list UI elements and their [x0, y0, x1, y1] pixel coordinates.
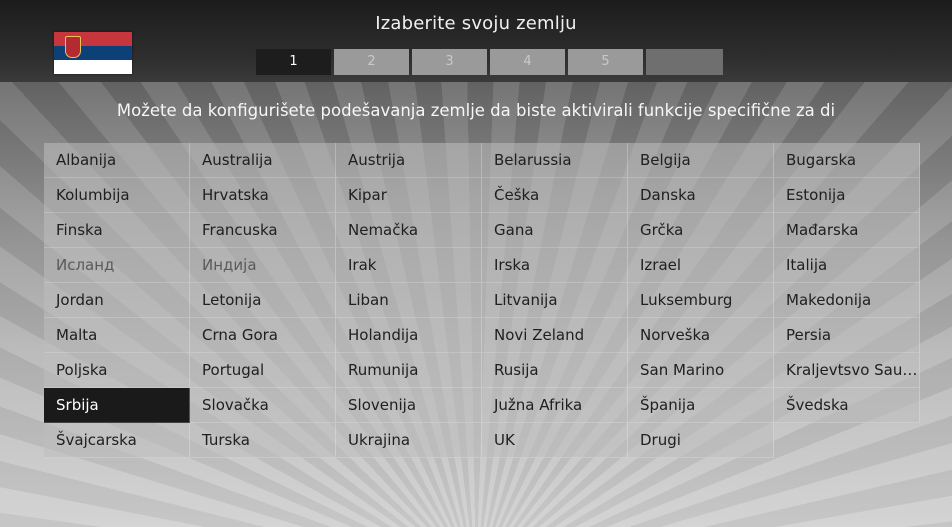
step-3: 3: [412, 49, 487, 75]
country-item[interactable]: Исланд: [44, 248, 190, 283]
country-item[interactable]: Индија: [190, 248, 336, 283]
country-item[interactable]: Slovenija: [336, 388, 482, 423]
country-item-selected[interactable]: Srbija: [44, 388, 190, 423]
country-item[interactable]: Australija: [190, 143, 336, 178]
country-item[interactable]: Drugi: [628, 423, 774, 458]
instruction-text: Možete da konfigurišete podešavanja zeml…: [116, 101, 836, 120]
country-item[interactable]: Estonija: [774, 178, 920, 213]
country-item[interactable]: Švedska: [774, 388, 920, 423]
step-1: 1: [256, 49, 331, 75]
country-item[interactable]: Finska: [44, 213, 190, 248]
country-item[interactable]: Turska: [190, 423, 336, 458]
country-item[interactable]: Bugarska: [774, 143, 920, 178]
country-item[interactable]: Mađarska: [774, 213, 920, 248]
country-item[interactable]: Grčka: [628, 213, 774, 248]
country-item[interactable]: Portugal: [190, 353, 336, 388]
country-item[interactable]: Rusija: [482, 353, 628, 388]
step-5: 5: [568, 49, 643, 75]
country-item[interactable]: Ukrajina: [336, 423, 482, 458]
country-grid: Albanija Australija Austrija Belarussia …: [44, 143, 921, 458]
country-item[interactable]: Poljska: [44, 353, 190, 388]
step-indicator: 1 2 3 4 5: [256, 49, 723, 75]
country-item[interactable]: Danska: [628, 178, 774, 213]
country-item[interactable]: Belgija: [628, 143, 774, 178]
country-item[interactable]: Kolumbija: [44, 178, 190, 213]
coat-of-arms-icon: [65, 36, 81, 58]
country-item[interactable]: Češka: [482, 178, 628, 213]
country-item[interactable]: Persia: [774, 318, 920, 353]
country-item[interactable]: Gana: [482, 213, 628, 248]
country-item[interactable]: Letonija: [190, 283, 336, 318]
country-item[interactable]: Hrvatska: [190, 178, 336, 213]
country-item[interactable]: Kipar: [336, 178, 482, 213]
country-item[interactable]: Austrija: [336, 143, 482, 178]
country-item[interactable]: Slovačka: [190, 388, 336, 423]
country-item[interactable]: Irska: [482, 248, 628, 283]
country-item[interactable]: Crna Gora: [190, 318, 336, 353]
country-item[interactable]: UK: [482, 423, 628, 458]
country-item[interactable]: Norveška: [628, 318, 774, 353]
country-item[interactable]: Holandija: [336, 318, 482, 353]
country-item[interactable]: Malta: [44, 318, 190, 353]
country-item[interactable]: Italija: [774, 248, 920, 283]
country-item[interactable]: Južna Afrika: [482, 388, 628, 423]
country-item[interactable]: Francuska: [190, 213, 336, 248]
page-title: Izaberite svoju zemlju: [375, 13, 577, 34]
country-item[interactable]: Rumunija: [336, 353, 482, 388]
country-item[interactable]: Albanija: [44, 143, 190, 178]
country-item[interactable]: Makedonija: [774, 283, 920, 318]
country-item[interactable]: Jordan: [44, 283, 190, 318]
country-item[interactable]: San Marino: [628, 353, 774, 388]
country-item[interactable]: Luksemburg: [628, 283, 774, 318]
empty-cell: [774, 423, 920, 458]
country-item[interactable]: Liban: [336, 283, 482, 318]
step-4: 4: [490, 49, 565, 75]
country-item[interactable]: Novi Zeland: [482, 318, 628, 353]
country-item[interactable]: Švajcarska: [44, 423, 190, 458]
step-track-end: [646, 49, 723, 75]
country-item[interactable]: Nemačka: [336, 213, 482, 248]
serbia-flag-icon: [54, 32, 132, 74]
country-item[interactable]: Španija: [628, 388, 774, 423]
country-item[interactable]: Kraljevtsvo Saud...: [774, 353, 920, 388]
country-item[interactable]: Izrael: [628, 248, 774, 283]
country-item[interactable]: Litvanija: [482, 283, 628, 318]
country-item[interactable]: Irak: [336, 248, 482, 283]
country-item[interactable]: Belarussia: [482, 143, 628, 178]
step-2: 2: [334, 49, 409, 75]
